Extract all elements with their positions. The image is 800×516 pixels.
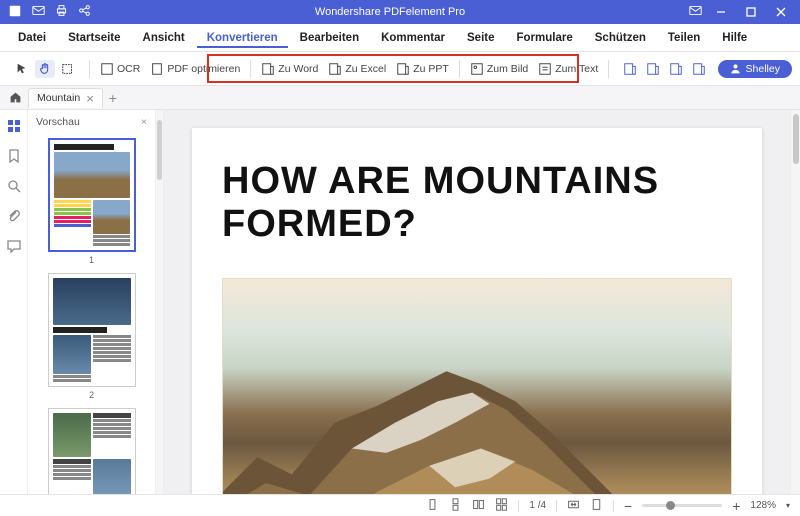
layout-single-icon[interactable] [426,498,439,514]
convert-other4-button[interactable] [689,60,709,78]
tab-close-button[interactable]: × [86,92,94,105]
convert-other1-button[interactable] [620,60,640,78]
page-hero-image [222,278,732,509]
thumbnail-2-number: 2 [89,390,94,400]
side-rail [0,110,28,509]
to-word-label: Zu Word [278,63,318,75]
print-icon[interactable] [55,4,68,20]
vertical-scrollbar[interactable] [790,110,800,509]
pointer-tool[interactable] [12,60,32,78]
search-icon[interactable] [6,178,22,194]
to-excel-label: Zu Excel [345,63,386,75]
minimize-button[interactable] [710,3,732,21]
page-headline: HOW ARE MOUNTAINS FORMED? [222,160,732,246]
mail2-icon[interactable] [689,4,702,20]
to-image-label: Zum Bild [487,63,528,75]
thumbnail-panel: Vorschau × 1 [28,110,156,509]
convert-other2-button[interactable] [643,60,663,78]
menu-teilen[interactable]: Teilen [658,28,710,48]
menu-bar: Datei Startseite Ansicht Konvertieren Be… [0,24,800,52]
toolbar: OCR PDF optimieren Zu Word Zu Excel Zu P… [0,52,800,86]
zoom-dropdown-icon[interactable]: ▾ [786,501,790,510]
zoom-in-button[interactable]: + [732,498,740,514]
document-tab-label: Mountain [37,92,80,104]
menu-formulare[interactable]: Formulare [507,28,583,48]
menu-kommentar[interactable]: Kommentar [371,28,455,48]
thumbnail-header-label: Vorschau [36,116,80,128]
maximize-button[interactable] [740,3,762,21]
close-button[interactable] [770,3,792,21]
thumbnail-page-2[interactable] [48,273,136,387]
document-tab[interactable]: Mountain × [28,88,103,108]
menu-datei[interactable]: Datei [8,28,56,48]
document-tabbar: Mountain × + [0,86,800,110]
to-excel-button[interactable]: Zu Excel [325,60,389,78]
fit-width-icon[interactable] [567,498,580,514]
fit-page-icon[interactable] [590,498,603,514]
zoom-value[interactable]: 128% [750,500,776,511]
mail-icon[interactable] [32,4,45,20]
app-logo-icon [8,4,22,21]
to-image-button[interactable]: Zum Bild [467,60,531,78]
to-ppt-button[interactable]: Zu PPT [393,60,452,78]
to-text-button[interactable]: Zum Text [535,60,601,78]
page-viewport[interactable]: HOW ARE MOUNTAINS FORMED? [164,110,790,509]
thumb-scrollbar[interactable] [156,110,164,509]
convert-other3-button[interactable] [666,60,686,78]
layout-two-icon[interactable] [472,498,485,514]
layout-continuous-icon[interactable] [449,498,462,514]
page-1: HOW ARE MOUNTAINS FORMED? [192,128,762,509]
bookmark-icon[interactable] [6,148,22,164]
hand-tool[interactable] [35,60,55,78]
pdf-optimize-button[interactable]: PDF optimieren [147,60,243,78]
menu-seite[interactable]: Seite [457,28,505,48]
menu-schuetzen[interactable]: Schützen [585,28,656,48]
to-text-label: Zum Text [555,63,598,75]
zoom-out-button[interactable]: − [624,498,632,514]
tab-add-button[interactable]: + [109,90,117,106]
menu-konvertieren[interactable]: Konvertieren [197,28,288,48]
share-icon[interactable] [78,4,91,20]
zoom-slider[interactable] [642,504,722,507]
app-title: Wondershare PDFelement Pro [91,6,689,18]
ocr-button[interactable]: OCR [97,60,143,78]
menu-startseite[interactable]: Startseite [58,28,130,48]
thumbnails-icon[interactable] [6,118,22,134]
home-icon[interactable] [6,89,24,107]
layout-two-cont-icon[interactable] [495,498,508,514]
select-tool[interactable] [58,60,78,78]
canvas-area: HOW ARE MOUNTAINS FORMED? [156,110,800,509]
pdf-optimize-label: PDF optimieren [167,63,240,75]
user-name: Shelley [746,63,780,75]
panel-close-icon[interactable]: × [141,116,147,128]
thumbnail-page-1[interactable] [48,138,136,252]
page-indicator[interactable]: 1 /4 [529,500,546,511]
attachment-icon[interactable] [6,208,22,224]
menu-ansicht[interactable]: Ansicht [133,28,195,48]
thumbnail-1-number: 1 [89,255,94,265]
menu-bearbeiten[interactable]: Bearbeiten [290,28,369,48]
user-account-button[interactable]: Shelley [718,60,792,78]
to-ppt-label: Zu PPT [413,63,449,75]
thumbnail-list[interactable]: 1 2 [28,134,155,509]
main-area: Vorschau × 1 [0,110,800,509]
comment-icon[interactable] [6,238,22,254]
title-bar: Wondershare PDFelement Pro [0,0,800,24]
ocr-label: OCR [117,63,140,75]
to-word-button[interactable]: Zu Word [258,60,321,78]
menu-hilfe[interactable]: Hilfe [712,28,757,48]
status-bar: 1 /4 − + 128% ▾ [0,494,800,516]
